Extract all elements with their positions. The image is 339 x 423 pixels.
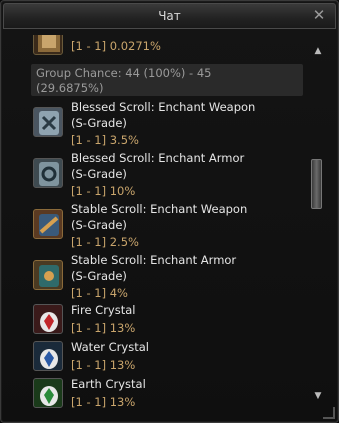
earth-crystal-icon — [33, 378, 63, 408]
item-name: Earth Crystal — [71, 377, 146, 391]
group-chance-line2: (29.6875%) — [36, 81, 104, 95]
scrollbar-thumb[interactable] — [311, 159, 322, 209]
list-item[interactable]: Stable Scroll: Enchant Weapon (S-Grade) … — [31, 199, 303, 249]
title-bar[interactable]: Чат ✕ — [3, 3, 336, 29]
stable-weapon-scroll-icon — [33, 209, 63, 239]
item-chance: [1 - 1] 2.5% — [71, 235, 139, 249]
item-chance: [1 - 1] 13% — [71, 358, 136, 372]
item-chance: [1 - 1] 0.0271% — [71, 39, 161, 53]
group-chance-line1: Group Chance: 44 (100%) - 45 — [36, 66, 212, 80]
group-chance-header: Group Chance: 44 (100%) - 45 (29.6875%) — [31, 64, 303, 96]
scroll-up-icon[interactable]: ▲ — [313, 46, 323, 56]
list-item[interactable]: Fire Crystal [1 - 1] 13% — [31, 301, 303, 337]
item-chance: [1 - 1] 3.5% — [71, 133, 139, 147]
chat-window: Чат ✕ [1 - 1] 0.0271% Group Chance: 44 (… — [0, 0, 339, 423]
item-chance: [1 - 1] 10% — [71, 184, 136, 198]
list-item[interactable]: Blessed Scroll: Enchant Weapon (S-Grade)… — [31, 97, 303, 147]
list-item[interactable]: Earth Crystal [1 - 1] 13% — [31, 375, 303, 411]
water-crystal-icon — [33, 341, 63, 371]
list-item: [1 - 1] 0.0271% — [31, 35, 303, 59]
list-item[interactable]: Stable Scroll: Enchant Armor (S-Grade) [… — [31, 250, 303, 300]
stable-armor-scroll-icon — [33, 260, 63, 290]
fire-crystal-icon — [33, 304, 63, 334]
drop-list: [1 - 1] 0.0271% Group Chance: 44 (100%) … — [31, 35, 303, 417]
item-grade: (S-Grade) — [71, 116, 127, 130]
item-name: Stable Scroll: Enchant Weapon — [71, 202, 248, 216]
item-grade: (S-Grade) — [71, 269, 127, 283]
item-name: Fire Crystal — [71, 303, 136, 317]
list-item[interactable]: Blessed Scroll: Enchant Armor (S-Grade) … — [31, 148, 303, 198]
scroll-down-icon[interactable]: ▼ — [313, 391, 323, 401]
blessed-weapon-scroll-icon — [33, 107, 63, 137]
item-icon — [33, 35, 63, 55]
blessed-armor-scroll-icon — [33, 158, 63, 188]
window-title: Чат — [158, 9, 181, 23]
item-chance: [1 - 1] 4% — [71, 286, 128, 300]
item-name: Water Crystal — [71, 340, 149, 354]
item-grade: (S-Grade) — [71, 218, 127, 232]
item-chance: [1 - 1] 13% — [71, 395, 136, 409]
close-icon[interactable]: ✕ — [311, 7, 327, 23]
item-chance: [1 - 1] 13% — [71, 321, 136, 335]
item-grade: (S-Grade) — [71, 167, 127, 181]
item-name: Blessed Scroll: Enchant Weapon — [71, 100, 256, 114]
list-item[interactable]: Water Crystal [1 - 1] 13% — [31, 338, 303, 374]
item-name: Blessed Scroll: Enchant Armor — [71, 151, 245, 165]
resize-handle-icon[interactable] — [323, 407, 335, 419]
item-name: Stable Scroll: Enchant Armor — [71, 253, 237, 267]
